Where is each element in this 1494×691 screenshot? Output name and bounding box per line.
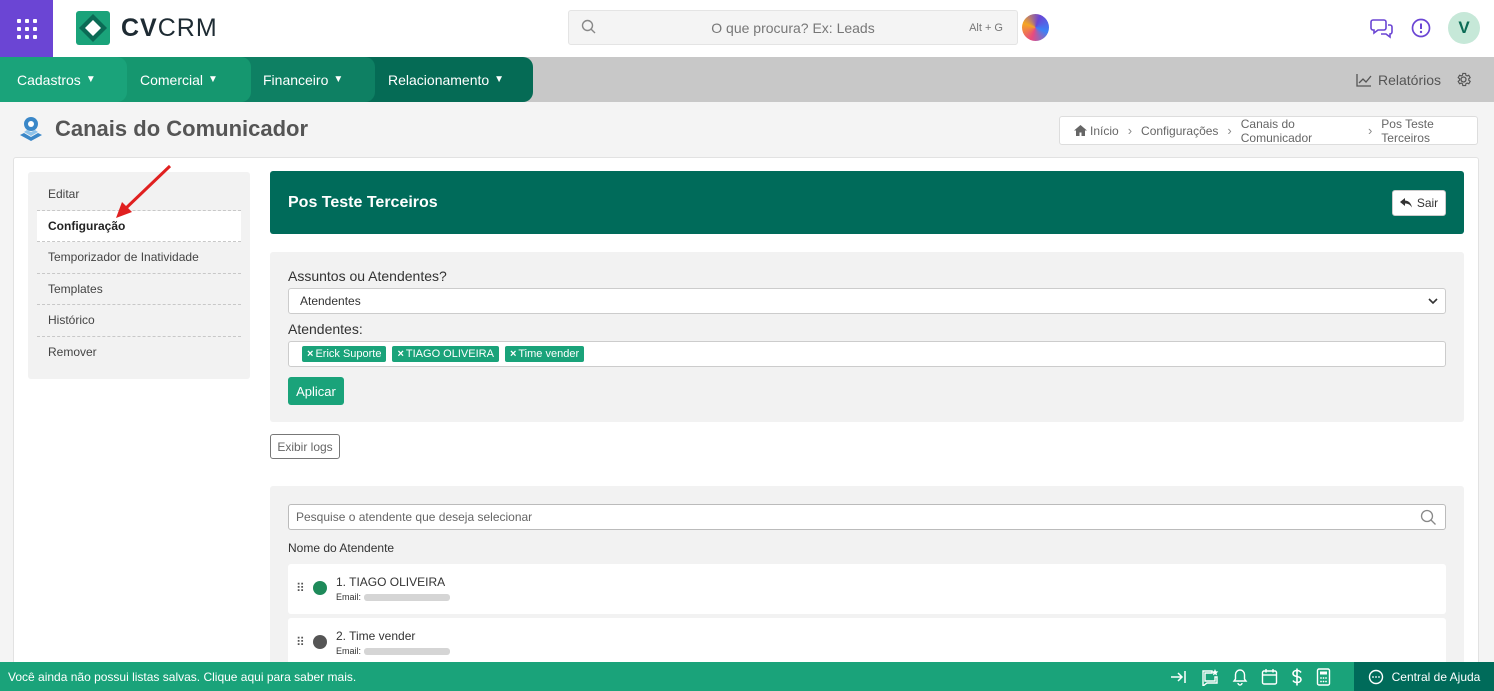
search-icon bbox=[1420, 509, 1436, 525]
breadcrumb-home[interactable]: Início bbox=[1074, 124, 1119, 138]
nav-tab-relacionamento[interactable]: Relacionamento ▼ bbox=[360, 57, 533, 102]
exit-button[interactable]: Sair bbox=[1392, 190, 1446, 216]
top-header: CVCRM O que procura? Ex: Leads Alt + G V bbox=[0, 0, 1494, 57]
agents-panel: Pesquise o atendente que deseja selecion… bbox=[270, 486, 1464, 666]
logo-mark-icon bbox=[76, 11, 110, 45]
chevron-down-icon: ▼ bbox=[85, 74, 96, 85]
remove-tag-icon[interactable]: × bbox=[307, 348, 313, 360]
red-arrow-annotation-icon bbox=[116, 164, 172, 218]
chevron-right-icon: › bbox=[1127, 123, 1133, 138]
info-icon[interactable] bbox=[1410, 17, 1432, 39]
side-menu-templates[interactable]: Templates bbox=[37, 274, 241, 305]
remove-tag-icon[interactable]: × bbox=[397, 348, 403, 360]
breadcrumb-current: Pos Teste Terceiros bbox=[1381, 116, 1434, 145]
bell-icon[interactable] bbox=[1232, 668, 1248, 686]
help-chat-icon bbox=[1368, 669, 1383, 684]
side-menu-historico[interactable]: Histórico bbox=[37, 305, 241, 337]
chevron-right-icon: › bbox=[1227, 123, 1232, 138]
ai-assistant-icon[interactable] bbox=[1022, 14, 1049, 41]
agent-search-placeholder: Pesquise o atendente que deseja selecion… bbox=[296, 510, 533, 524]
chat-star-icon[interactable] bbox=[1201, 668, 1219, 686]
page-title-text: Canais do Comunicador bbox=[55, 116, 309, 141]
side-menu-temporizador[interactable]: Temporizador de Inatividade bbox=[37, 242, 241, 274]
dollar-icon[interactable] bbox=[1291, 668, 1303, 686]
agent-email: Email: bbox=[336, 592, 451, 602]
search-placeholder: O que procura? Ex: Leads bbox=[711, 19, 875, 36]
chevron-right-icon: › bbox=[1367, 123, 1373, 138]
apply-button[interactable]: Aplicar bbox=[288, 377, 344, 405]
apps-grid-icon bbox=[16, 18, 37, 39]
logo-text: CVCRM bbox=[121, 13, 218, 42]
attendant-tag[interactable]: × TIAGO OLIVEIRA bbox=[392, 346, 499, 362]
reports-link[interactable]: Relatórios bbox=[1356, 72, 1441, 88]
breadcrumb-item[interactable]: Canais do Comunicador bbox=[1241, 117, 1359, 145]
main-navbar: Cadastros ▼ Comercial ▼ Financeiro ▼ Relaci… bbox=[0, 57, 1494, 102]
page-title: Canais do Comunicador bbox=[17, 115, 308, 143]
communicator-channel-icon bbox=[20, 117, 42, 141]
agent-name: 2. Time vender bbox=[336, 629, 416, 643]
nav-tab-comercial[interactable]: Comercial ▼ bbox=[110, 57, 251, 102]
saved-lists-message[interactable]: Você ainda não possui listas salvas. Cli… bbox=[8, 670, 356, 684]
agent-row[interactable]: ⠿ 2. Time vender Email: bbox=[288, 618, 1446, 666]
agent-name: 1. TIAGO OLIVEIRA bbox=[336, 575, 446, 589]
agent-row[interactable]: ⠿ 1. TIAGO OLIVEIRA Email: bbox=[288, 564, 1446, 614]
type-select[interactable]: Atendentes bbox=[288, 288, 1446, 314]
drag-handle-icon[interactable]: ⠿ bbox=[296, 581, 305, 595]
cvcrm-logo[interactable]: CVCRM bbox=[75, 10, 218, 46]
attendant-tag[interactable]: × Erick Suporte bbox=[302, 346, 387, 362]
chevron-down-icon: ▼ bbox=[333, 74, 344, 85]
side-menu-remover[interactable]: Remover bbox=[37, 337, 241, 369]
calendar-icon[interactable] bbox=[1261, 668, 1278, 686]
reply-arrow-icon bbox=[1399, 198, 1412, 208]
status-dot bbox=[313, 635, 327, 649]
selected-option: Atendentes bbox=[300, 294, 361, 308]
gear-icon[interactable] bbox=[1455, 71, 1472, 88]
nav-tab-financeiro[interactable]: Financeiro ▼ bbox=[235, 57, 375, 102]
agent-column-header: Nome do Atendente bbox=[288, 541, 395, 555]
global-search-input[interactable]: O que procura? Ex: Leads Alt + G bbox=[568, 10, 1018, 45]
channel-name: Pos Teste Terceiros bbox=[288, 193, 438, 211]
bottom-bar: Você ainda não possui listas salvas. Cli… bbox=[0, 662, 1494, 691]
chevron-down-icon bbox=[1428, 298, 1438, 305]
attendant-tag[interactable]: × Time vender bbox=[504, 346, 585, 362]
chat-icon[interactable] bbox=[1370, 17, 1394, 39]
home-icon bbox=[1074, 125, 1087, 136]
main-card: Editar Configuração Temporizador de Inat… bbox=[13, 157, 1479, 667]
attendants-tags-input[interactable]: × Erick Suporte × TIAGO OLIVEIRA × Time ven… bbox=[288, 341, 1446, 367]
search-shortcut: Alt + G bbox=[969, 21, 1003, 34]
breadcrumb: Início › Configurações › Canais do Comun… bbox=[1059, 116, 1478, 145]
breadcrumb-item[interactable]: Configurações bbox=[1141, 124, 1218, 138]
chevron-down-icon: ▼ bbox=[494, 74, 505, 85]
chart-line-icon bbox=[1356, 73, 1372, 87]
calculator-icon[interactable] bbox=[1316, 667, 1331, 686]
show-logs-button[interactable]: Exibir logs bbox=[270, 434, 340, 459]
drag-handle-icon[interactable]: ⠿ bbox=[296, 635, 305, 649]
attendants-label: Atendentes: bbox=[288, 321, 363, 337]
help-center-button[interactable]: Central de Ajuda bbox=[1354, 662, 1494, 691]
agent-email: Email: bbox=[336, 646, 451, 656]
status-dot bbox=[313, 581, 327, 595]
chevron-down-icon: ▼ bbox=[208, 74, 218, 85]
remove-tag-icon[interactable]: × bbox=[510, 348, 516, 360]
channel-header: Pos Teste Terceiros Sair bbox=[270, 171, 1464, 234]
question-label: Assuntos ou Atendentes? bbox=[288, 268, 447, 284]
config-panel: Assuntos ou Atendentes? Atendentes Atend… bbox=[270, 252, 1464, 422]
user-avatar[interactable]: V bbox=[1448, 12, 1480, 44]
apps-grid-button[interactable] bbox=[0, 0, 53, 57]
collapse-arrow-icon[interactable] bbox=[1170, 670, 1188, 684]
agent-search-input[interactable]: Pesquise o atendente que deseja selecion… bbox=[288, 504, 1446, 530]
nav-tab-cadastros[interactable]: Cadastros ▼ bbox=[0, 57, 127, 102]
